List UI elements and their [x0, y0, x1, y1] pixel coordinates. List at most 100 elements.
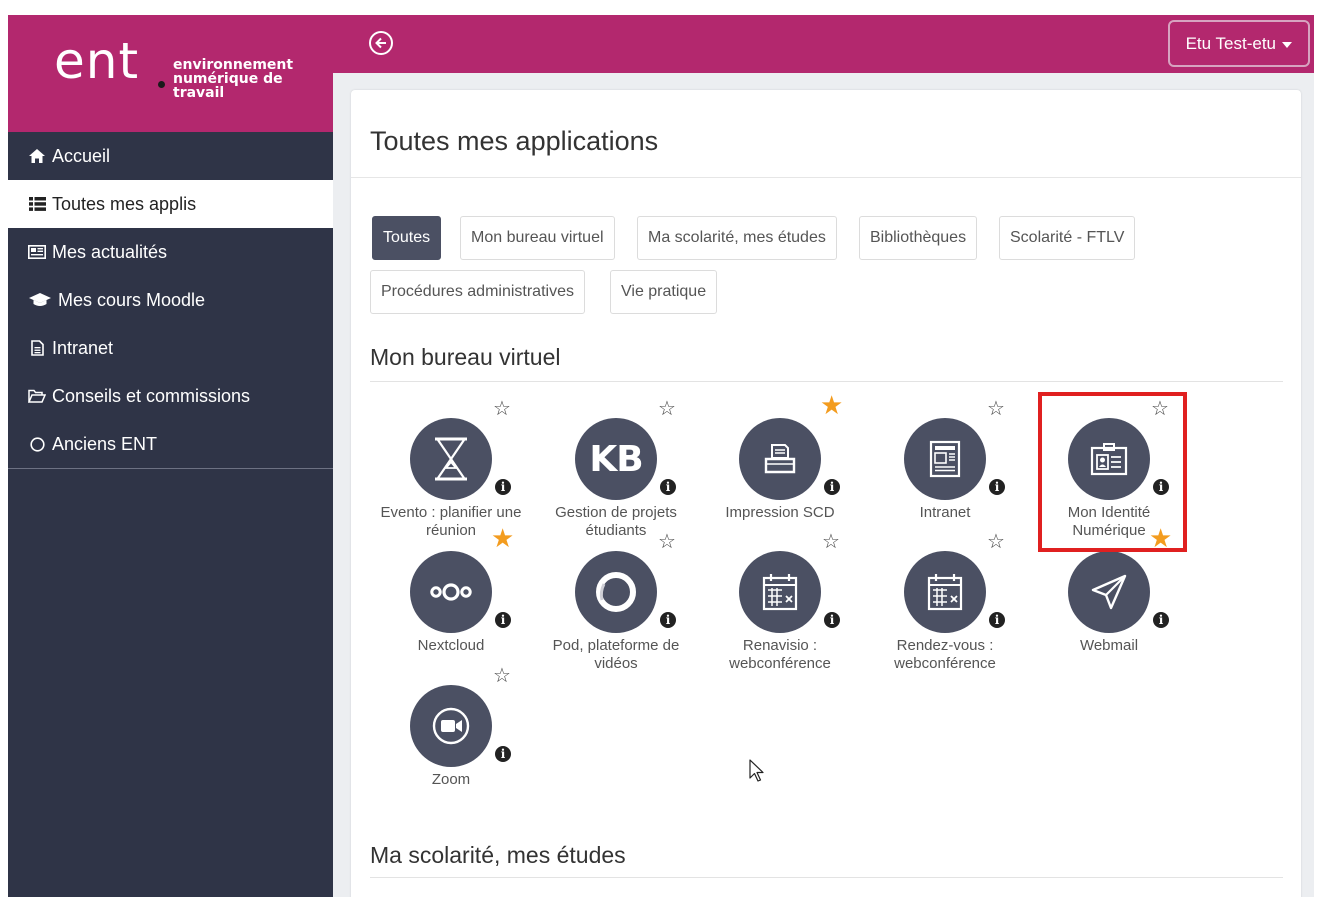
- app-name: Impression SCD: [698, 504, 862, 522]
- filter-label: Procédures administratives: [381, 283, 574, 300]
- app-name-line: Zoom: [431, 771, 471, 788]
- caret-down-icon: [1282, 41, 1292, 48]
- info-icon[interactable]: i: [495, 479, 511, 495]
- app-name: Pod, plateforme de vidéos: [534, 637, 698, 673]
- app-name-line: Rendez-vous :: [896, 637, 994, 654]
- app-name-line: Nextcloud: [417, 637, 485, 654]
- star-filled-icon[interactable]: ★: [820, 392, 843, 418]
- app-tile-gestion-projets[interactable]: ☆ KB i Gestion de projets étudiants: [534, 398, 698, 539]
- filter-label: Ma scolarité, mes études: [648, 229, 826, 246]
- app-name-line: Impression SCD: [725, 504, 835, 521]
- brand-subtitle: environnement numérique de travail: [173, 57, 323, 102]
- filter-mon-bureau-virtuel[interactable]: Mon bureau virtuel: [460, 216, 615, 260]
- user-name: Etu Test-etu: [1185, 33, 1276, 53]
- app-name-line: Pod, plateforme de: [552, 637, 680, 654]
- mouse-cursor-icon: [749, 759, 765, 788]
- kb-logo-icon: KB: [575, 418, 657, 500]
- app-tile-impression-scd[interactable]: ★ i Impression SCD: [698, 392, 862, 538]
- sidebar-item-label: Mes actualités: [52, 241, 168, 262]
- brand-logo-text: ent: [54, 32, 140, 90]
- info-icon[interactable]: i: [495, 612, 511, 628]
- app-tile-renavisio[interactable]: ☆ i Renavisio : webconférence: [698, 531, 862, 673]
- filter-procedures-administratives[interactable]: Procédures administratives: [370, 270, 585, 314]
- filter-label: Bibliothèques: [870, 229, 967, 246]
- sidebar-item-label: Mes cours Moodle: [58, 289, 206, 310]
- filter-toutes[interactable]: Toutes: [372, 216, 442, 260]
- app-tile-intranet[interactable]: ☆ i Intranet: [863, 398, 1027, 538]
- info-icon[interactable]: i: [660, 479, 676, 495]
- info-icon[interactable]: i: [495, 746, 511, 762]
- circle-icon: [26, 436, 48, 452]
- filter-scolarite-ftlv[interactable]: Scolarité - FTLV: [999, 216, 1136, 260]
- newspaper-icon: [904, 418, 986, 500]
- info-icon[interactable]: i: [989, 612, 1005, 628]
- sidebar-item-accueil[interactable]: Accueil: [8, 132, 333, 180]
- sidebar-item-intranet[interactable]: Intranet: [8, 324, 333, 372]
- ring-icon: [575, 551, 657, 633]
- app-tile-pod[interactable]: ☆ i Pod, plateforme de vidéos: [534, 531, 698, 673]
- sidebar-item-label: Toutes mes applis: [52, 193, 197, 214]
- star-outline-icon[interactable]: ☆: [987, 531, 1005, 553]
- app-name-line: vidéos: [594, 655, 638, 672]
- app-name-line: webconférence: [729, 655, 831, 672]
- app-name: Renavisio : webconférence: [698, 637, 862, 673]
- document-icon: [26, 340, 48, 356]
- printer-icon: [739, 418, 821, 500]
- filter-ma-scolarite[interactable]: Ma scolarité, mes études: [637, 216, 837, 260]
- filter-bibliotheques[interactable]: Bibliothèques: [859, 216, 978, 260]
- section-title-mon-bureau-virtuel: Mon bureau virtuel: [370, 344, 561, 370]
- graduation-cap-icon: [26, 293, 54, 307]
- info-icon[interactable]: i: [660, 612, 676, 628]
- card-divider: [351, 177, 1301, 178]
- home-icon: [26, 149, 48, 163]
- brand-logo[interactable]: ent environnement numérique de travail: [8, 15, 333, 132]
- app-name-line: Gestion de projets: [555, 504, 677, 521]
- star-outline-icon[interactable]: ☆: [658, 398, 676, 420]
- video-camera-icon: [410, 685, 492, 767]
- info-icon[interactable]: i: [989, 479, 1005, 495]
- sidebar-item-toutes-mes-applis[interactable]: Toutes mes applis: [8, 180, 333, 228]
- app-tile-evento[interactable]: ☆ i Evento : planifier une réunion: [369, 398, 533, 539]
- filter-label: Mon bureau virtuel: [471, 229, 604, 246]
- info-icon[interactable]: i: [824, 479, 840, 495]
- filter-label: Vie pratique: [621, 283, 707, 300]
- app-name: Webmail: [1027, 637, 1191, 655]
- sidebar-item-mes-cours-moodle[interactable]: Mes cours Moodle: [8, 276, 333, 324]
- star-outline-icon[interactable]: ☆: [822, 531, 840, 553]
- app-name-line: Intranet: [919, 504, 971, 521]
- applications-card: Toutes mes applications Toutes Mon burea…: [351, 90, 1301, 897]
- sidebar-item-label: Intranet: [52, 337, 114, 358]
- app-tile-zoom[interactable]: ☆ i Zoom: [369, 665, 533, 805]
- filter-label: Scolarité - FTLV: [1010, 229, 1125, 246]
- list-icon: [26, 197, 48, 211]
- sidebar-item-label: Accueil: [52, 145, 111, 166]
- nextcloud-icon: [410, 551, 492, 633]
- page-title: Toutes mes applications: [370, 126, 659, 156]
- calendar-x-icon: [904, 551, 986, 633]
- star-outline-icon[interactable]: ☆: [493, 398, 511, 420]
- app-tile-rendez-vous[interactable]: ☆ i Rendez-vous : webconférence: [863, 531, 1027, 673]
- star-outline-icon[interactable]: ☆: [493, 665, 511, 687]
- app-name: Rendez-vous : webconférence: [863, 637, 1027, 673]
- app-tile-nextcloud[interactable]: ★ i Nextcloud: [369, 525, 533, 671]
- sidebar-item-label: Anciens ENT: [52, 433, 158, 454]
- app-name: Nextcloud: [369, 637, 533, 655]
- hourglass-icon: [410, 418, 492, 500]
- app-tile-webmail[interactable]: ★ i Webmail: [1027, 525, 1191, 671]
- filter-vie-pratique[interactable]: Vie pratique: [610, 270, 718, 314]
- sidebar-item-mes-actualites[interactable]: Mes actualités: [8, 228, 333, 276]
- sidebar-item-conseils-et-commissions[interactable]: Conseils et commissions: [8, 372, 333, 420]
- sidebar-item-anciens-ent[interactable]: Anciens ENT: [8, 420, 333, 468]
- arrow-left-circle-icon[interactable]: [369, 31, 393, 55]
- sidebar-divider: [8, 468, 333, 469]
- info-icon[interactable]: i: [824, 612, 840, 628]
- info-icon[interactable]: i: [1153, 612, 1169, 628]
- app-name-line: webconférence: [894, 655, 996, 672]
- star-outline-icon[interactable]: ☆: [658, 531, 676, 553]
- star-filled-icon[interactable]: ★: [491, 525, 514, 551]
- star-outline-icon[interactable]: ☆: [987, 398, 1005, 420]
- main-content: Toutes mes applications Toutes Mon burea…: [333, 73, 1314, 897]
- section-divider: [370, 877, 1283, 878]
- user-menu-button[interactable]: Etu Test-etu: [1167, 20, 1310, 67]
- app-name: Intranet: [863, 504, 1027, 522]
